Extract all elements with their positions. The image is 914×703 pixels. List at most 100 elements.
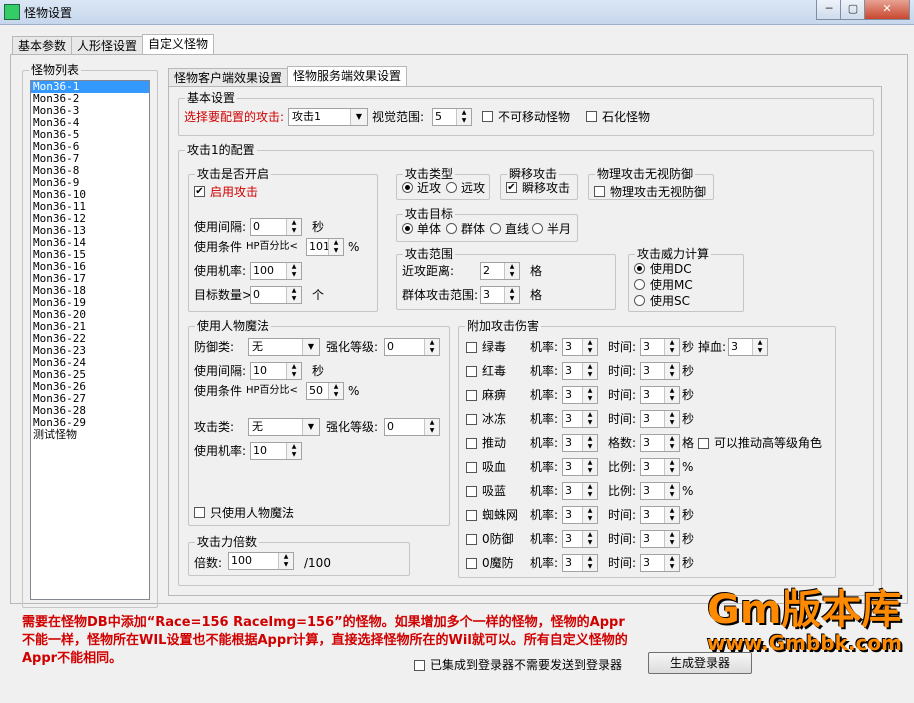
spin-arrows-icon[interactable]: ▲ ▼ xyxy=(286,363,301,379)
spin-arrows-icon[interactable]: ▲ ▼ xyxy=(582,411,597,427)
melee-radio[interactable] xyxy=(402,182,413,193)
spin-arrows-icon[interactable]: ▲ ▼ xyxy=(456,109,471,125)
tab-custom-monster[interactable]: 自定义怪物 xyxy=(142,34,215,55)
cond-spinner[interactable]: 101 ▲ ▼ xyxy=(306,238,344,256)
spin-arrows-icon[interactable]: ▲ ▼ xyxy=(286,263,301,279)
spin-arrows-icon[interactable]: ▲ ▼ xyxy=(424,339,439,355)
rate-spinner[interactable]: 100 ▲ ▼ xyxy=(250,262,302,280)
magic-cond-spinner[interactable]: 50 ▲ ▼ xyxy=(306,382,344,400)
spin-arrows-icon[interactable]: ▲ ▼ xyxy=(664,363,679,379)
tab-server-effects[interactable]: 怪物服务端效果设置 xyxy=(287,66,408,87)
spin-arrows-icon[interactable]: ▲ ▼ xyxy=(752,339,767,355)
extra-row-rate-spinner[interactable]: 3 ▲ ▼ xyxy=(562,530,598,548)
ignore-defense-checkbox[interactable] xyxy=(594,186,605,197)
spin-arrows-icon[interactable]: ▲ ▼ xyxy=(328,383,343,399)
ranged-radio[interactable] xyxy=(446,182,457,193)
monster-listbox[interactable]: Mon36-1 Mon36-2 Mon36-3 Mon36-4 Mon36-5 Mon36… xyxy=(30,80,150,600)
extra-row-param-spinner[interactable]: 3 ▲ ▼ xyxy=(640,338,680,356)
spin-arrows-icon[interactable]: ▲ ▼ xyxy=(664,435,679,451)
extra-row-checkbox[interactable] xyxy=(466,510,477,521)
tab-basic-params[interactable]: 基本参数 xyxy=(12,36,73,55)
vision-spinner[interactable]: 5 ▲ ▼ xyxy=(432,108,472,126)
extra-row-rate-spinner[interactable]: 3 ▲ ▼ xyxy=(562,554,598,572)
extra-row-checkbox[interactable] xyxy=(466,534,477,545)
spin-arrows-icon[interactable]: ▲ ▼ xyxy=(286,443,301,459)
spin-arrows-icon[interactable]: ▲ ▼ xyxy=(664,387,679,403)
spin-arrows-icon[interactable]: ▲ ▼ xyxy=(582,507,597,523)
extra-row-checkbox[interactable] xyxy=(466,486,477,497)
spin-arrows-icon[interactable]: ▲ ▼ xyxy=(664,411,679,427)
extra-row-param-spinner[interactable]: 3 ▲ ▼ xyxy=(640,554,680,572)
multiplier-spinner[interactable]: 100 ▲ ▼ xyxy=(228,552,294,570)
enh1-spinner[interactable]: 0 ▲ ▼ xyxy=(384,338,440,356)
maximize-button[interactable]: ▢ xyxy=(840,0,866,20)
enh2-spinner[interactable]: 0 ▲ ▼ xyxy=(384,418,440,436)
spin-arrows-icon[interactable]: ▲ ▼ xyxy=(582,483,597,499)
integrated-checkbox[interactable] xyxy=(414,660,425,671)
target-line-radio[interactable] xyxy=(490,223,501,234)
teleport-checkbox[interactable]: ✔ xyxy=(506,182,517,193)
spin-arrows-icon[interactable]: ▲ ▼ xyxy=(328,239,343,255)
interval-spinner[interactable]: 0 ▲ ▼ xyxy=(250,218,302,236)
group-range-spinner[interactable]: 3 ▲ ▼ xyxy=(480,286,520,304)
immobile-checkbox[interactable] xyxy=(482,111,493,122)
extra-row-param-spinner[interactable]: 3 ▲ ▼ xyxy=(640,410,680,428)
spin-arrows-icon[interactable]: ▲ ▼ xyxy=(582,459,597,475)
extra-row-checkbox[interactable] xyxy=(466,438,477,449)
target-halfmoon-radio[interactable] xyxy=(532,223,543,234)
spin-arrows-icon[interactable]: ▲ ▼ xyxy=(504,287,519,303)
extra-row-param-spinner[interactable]: 3 ▲ ▼ xyxy=(640,530,680,548)
spin-arrows-icon[interactable]: ▲ ▼ xyxy=(286,287,301,303)
use-sc-radio[interactable] xyxy=(634,295,645,306)
extra-row-param-spinner[interactable]: 3 ▲ ▼ xyxy=(640,386,680,404)
enable-attack-checkbox[interactable]: ✔ xyxy=(194,186,205,197)
extra-row-checkbox[interactable] xyxy=(466,342,477,353)
magic-rate-spinner[interactable]: 10 ▲ ▼ xyxy=(250,442,302,460)
stone-checkbox[interactable] xyxy=(586,111,597,122)
extra-row-rate-spinner[interactable]: 3 ▲ ▼ xyxy=(562,362,598,380)
extra-row-checkbox[interactable] xyxy=(466,414,477,425)
spin-arrows-icon[interactable]: ▲ ▼ xyxy=(582,435,597,451)
extra-row-rate-spinner[interactable]: 3 ▲ ▼ xyxy=(562,410,598,428)
extra-row-rate-spinner[interactable]: 3 ▲ ▼ xyxy=(562,434,598,452)
spin-arrows-icon[interactable]: ▲ ▼ xyxy=(504,263,519,279)
use-dc-radio[interactable] xyxy=(634,263,645,274)
extra-row-bleed-spinner[interactable]: 3 ▲ ▼ xyxy=(728,338,768,356)
target-group-radio[interactable] xyxy=(446,223,457,234)
extra-row-rate-spinner[interactable]: 3 ▲ ▼ xyxy=(562,458,598,476)
extra-row-rate-spinner[interactable]: 3 ▲ ▼ xyxy=(562,506,598,524)
extra-row-param-spinner[interactable]: 3 ▲ ▼ xyxy=(640,506,680,524)
extra-row-checkbox[interactable] xyxy=(466,390,477,401)
spin-arrows-icon[interactable]: ▲ ▼ xyxy=(582,363,597,379)
generate-button[interactable]: 生成登录器 xyxy=(648,652,752,674)
spin-arrows-icon[interactable]: ▲ ▼ xyxy=(582,555,597,571)
spin-arrows-icon[interactable]: ▲ ▼ xyxy=(664,459,679,475)
close-button[interactable]: ✕ xyxy=(864,0,910,20)
extra-row-checkbox[interactable] xyxy=(466,462,477,473)
targets-spinner[interactable]: 0 ▲ ▼ xyxy=(250,286,302,304)
spin-arrows-icon[interactable]: ▲ ▼ xyxy=(424,419,439,435)
spin-arrows-icon[interactable]: ▲ ▼ xyxy=(664,483,679,499)
extra-row-rate-spinner[interactable]: 3 ▲ ▼ xyxy=(562,338,598,356)
push-high-level-checkbox[interactable] xyxy=(698,438,709,449)
extra-row-param-spinner[interactable]: 3 ▲ ▼ xyxy=(640,458,680,476)
spin-arrows-icon[interactable]: ▲ ▼ xyxy=(582,387,597,403)
extra-row-checkbox[interactable] xyxy=(466,558,477,569)
magic-interval-spinner[interactable]: 10 ▲ ▼ xyxy=(250,362,302,380)
spin-arrows-icon[interactable]: ▲ ▼ xyxy=(286,219,301,235)
target-single-radio[interactable] xyxy=(402,223,413,234)
tab-humanoid[interactable]: 人形怪设置 xyxy=(71,36,144,55)
atk-type-select[interactable]: 无 ▼ xyxy=(248,418,320,436)
extra-row-rate-spinner[interactable]: 3 ▲ ▼ xyxy=(562,386,598,404)
extra-row-param-spinner[interactable]: 3 ▲ ▼ xyxy=(640,362,680,380)
spin-arrows-icon[interactable]: ▲ ▼ xyxy=(664,531,679,547)
attack-select[interactable]: 攻击1 ▼ xyxy=(288,108,368,126)
spin-arrows-icon[interactable]: ▲ ▼ xyxy=(582,339,597,355)
extra-row-checkbox[interactable] xyxy=(466,366,477,377)
spin-arrows-icon[interactable]: ▲ ▼ xyxy=(664,339,679,355)
spin-arrows-icon[interactable]: ▲ ▼ xyxy=(278,553,293,569)
only-magic-checkbox[interactable] xyxy=(194,507,205,518)
near-range-spinner[interactable]: 2 ▲ ▼ xyxy=(480,262,520,280)
extra-row-param-spinner[interactable]: 3 ▲ ▼ xyxy=(640,434,680,452)
spin-arrows-icon[interactable]: ▲ ▼ xyxy=(582,531,597,547)
